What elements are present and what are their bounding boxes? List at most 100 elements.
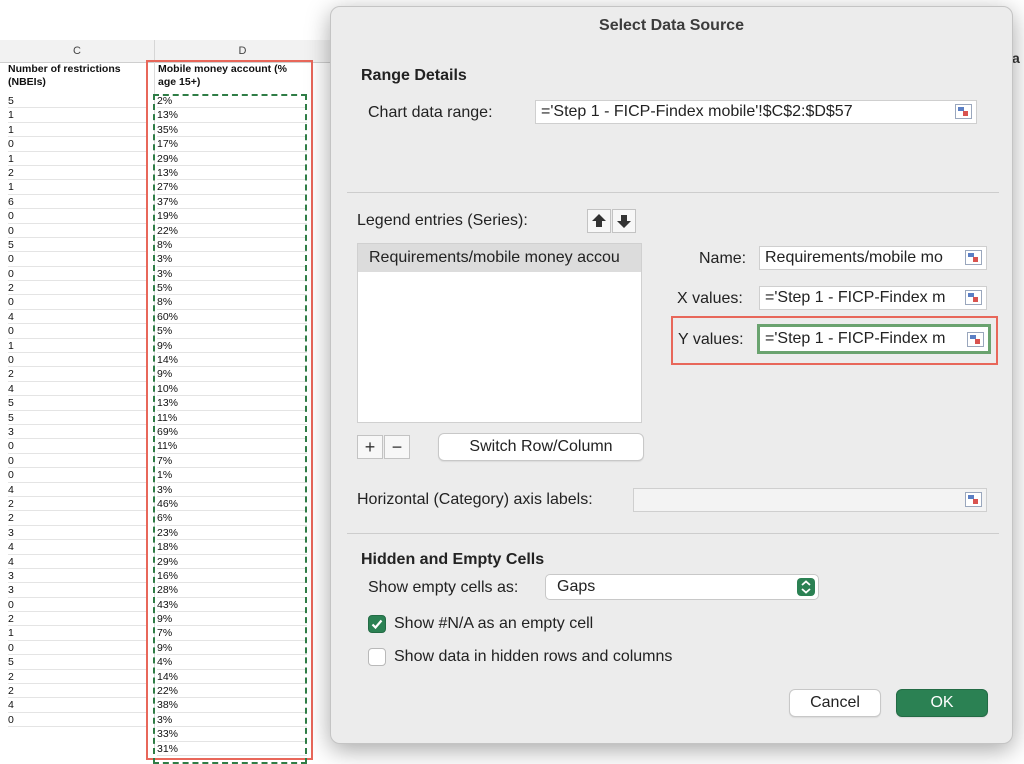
move-up-button[interactable]	[587, 209, 611, 233]
cell-c[interactable]: 5	[8, 396, 148, 411]
cell-c-header[interactable]: Number of restrictions (NBEIs)	[8, 63, 148, 89]
cell-d[interactable]: 22%	[157, 684, 307, 699]
cell-d[interactable]: 16%	[157, 569, 307, 584]
cell-c[interactable]: 0	[8, 353, 148, 368]
cell-c[interactable]: 0	[8, 454, 148, 469]
cell-c[interactable]: 4	[8, 540, 148, 555]
cell-c[interactable]: 1	[8, 108, 148, 123]
cell-c[interactable]: 2	[8, 367, 148, 382]
cell-c[interactable]: 0	[8, 641, 148, 656]
cell-d[interactable]: 5%	[157, 324, 307, 339]
x-values-field[interactable]: ='Step 1 - FICP-Findex m	[759, 286, 987, 310]
cell-d[interactable]: 38%	[157, 698, 307, 713]
y-values-field[interactable]: ='Step 1 - FICP-Findex m	[757, 324, 991, 354]
cell-d[interactable]: 13%	[157, 108, 307, 123]
cell-c[interactable]: 5	[8, 94, 148, 109]
cell-d[interactable]: 29%	[157, 152, 307, 166]
chart-range-field[interactable]: ='Step 1 - FICP-Findex mobile'!$C$2:$D$5…	[535, 100, 977, 124]
move-down-button[interactable]	[612, 209, 636, 233]
cell-c[interactable]: 4	[8, 382, 148, 397]
ok-button[interactable]: OK	[896, 689, 988, 717]
cell-d[interactable]: 9%	[157, 641, 307, 656]
cell-c[interactable]: 0	[8, 224, 148, 238]
cell-c[interactable]: 2	[8, 684, 148, 699]
cell-d[interactable]: 11%	[157, 411, 307, 425]
range-picker-icon[interactable]	[965, 250, 982, 265]
cell-d[interactable]: 27%	[157, 180, 307, 195]
range-picker-icon[interactable]	[955, 104, 972, 119]
cell-c[interactable]: 0	[8, 439, 148, 454]
cell-c[interactable]: 1	[8, 339, 148, 354]
cell-d[interactable]: 18%	[157, 540, 307, 555]
cell-d[interactable]: 29%	[157, 555, 307, 569]
cell-c[interactable]: 3	[8, 526, 148, 541]
column-header-d[interactable]: D	[155, 40, 331, 63]
hidden-rows-label[interactable]: Show data in hidden rows and columns	[394, 648, 672, 666]
cell-d[interactable]: 9%	[157, 612, 307, 627]
cell-d[interactable]: 4%	[157, 655, 307, 670]
range-picker-icon[interactable]	[965, 290, 982, 305]
cell-d[interactable]: 35%	[157, 123, 307, 138]
cell-d[interactable]: 17%	[157, 137, 307, 152]
cell-d[interactable]: 14%	[157, 670, 307, 685]
cell-c[interactable]: 5	[8, 238, 148, 253]
cell-c[interactable]: 0	[8, 267, 148, 282]
add-series-button[interactable]: +	[357, 435, 383, 459]
cell-d[interactable]: 13%	[157, 166, 307, 181]
cell-d[interactable]: 60%	[157, 310, 307, 325]
cell-d[interactable]: 11%	[157, 439, 307, 454]
cell-d[interactable]: 3%	[157, 252, 307, 267]
range-picker-icon[interactable]	[965, 492, 982, 507]
series-list[interactable]: Requirements/mobile money accou	[357, 243, 642, 423]
na-checkbox[interactable]	[368, 615, 386, 633]
empty-cells-select[interactable]: Gaps	[545, 574, 819, 600]
category-axis-field[interactable]	[633, 488, 987, 512]
cell-d[interactable]: 69%	[157, 425, 307, 440]
cell-c[interactable]: 5	[8, 655, 148, 670]
cell-c[interactable]: 4	[8, 310, 148, 325]
cell-c[interactable]: 2	[8, 497, 148, 512]
cell-d[interactable]: 3%	[157, 713, 307, 728]
cell-c[interactable]: 2	[8, 670, 148, 685]
cell-c[interactable]: 0	[8, 713, 148, 728]
cell-d[interactable]: 22%	[157, 224, 307, 238]
cell-d[interactable]: 14%	[157, 353, 307, 368]
cell-d[interactable]: 9%	[157, 367, 307, 382]
cell-c[interactable]: 0	[8, 295, 148, 310]
cell-d[interactable]: 10%	[157, 382, 307, 397]
cell-c[interactable]: 0	[8, 324, 148, 339]
cell-d[interactable]: 3%	[157, 483, 307, 497]
cell-d[interactable]: 2%	[157, 94, 307, 109]
cell-c[interactable]: 4	[8, 483, 148, 497]
hidden-rows-checkbox[interactable]	[368, 648, 386, 666]
cell-c[interactable]: 0	[8, 598, 148, 613]
cell-c[interactable]: 2	[8, 511, 148, 526]
cell-d[interactable]: 31%	[157, 742, 307, 756]
cell-d[interactable]: 33%	[157, 727, 307, 742]
cell-d[interactable]: 37%	[157, 195, 307, 210]
cell-c[interactable]: 0	[8, 252, 148, 267]
cell-d[interactable]: 7%	[157, 626, 307, 641]
cell-d[interactable]: 43%	[157, 598, 307, 613]
cell-c[interactable]: 4	[8, 555, 148, 569]
cell-d[interactable]: 3%	[157, 267, 307, 282]
cell-c[interactable]: 0	[8, 468, 148, 483]
cell-d-header[interactable]: Mobile money account (% age 15+)	[158, 63, 306, 89]
cell-d[interactable]: 7%	[157, 454, 307, 469]
series-item-0[interactable]: Requirements/mobile money accou	[358, 244, 641, 272]
cancel-button[interactable]: Cancel	[789, 689, 881, 717]
cell-c[interactable]: 5	[8, 411, 148, 425]
cell-d[interactable]: 9%	[157, 339, 307, 354]
cell-c[interactable]: 1	[8, 123, 148, 138]
cell-c[interactable]: 4	[8, 698, 148, 713]
cell-d[interactable]: 19%	[157, 209, 307, 224]
cell-c[interactable]: 1	[8, 152, 148, 166]
cell-d[interactable]: 46%	[157, 497, 307, 512]
cell-d[interactable]: 8%	[157, 238, 307, 253]
cell-c[interactable]: 1	[8, 626, 148, 641]
cell-d[interactable]: 1%	[157, 468, 307, 483]
cell-c[interactable]: 3	[8, 425, 148, 440]
cell-d[interactable]: 13%	[157, 396, 307, 411]
na-label[interactable]: Show #N/A as an empty cell	[394, 615, 593, 633]
cell-d[interactable]: 5%	[157, 281, 307, 296]
